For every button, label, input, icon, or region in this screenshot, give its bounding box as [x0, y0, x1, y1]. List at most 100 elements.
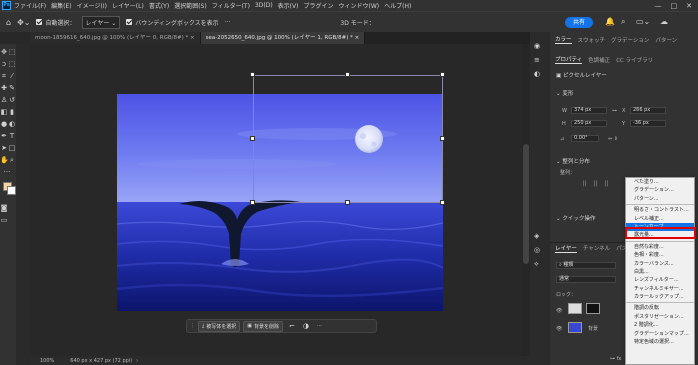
- visibility-icon[interactable]: 👁: [556, 308, 562, 314]
- history-icon[interactable]: ◉: [534, 42, 540, 50]
- more-options-button[interactable]: ···: [225, 19, 231, 26]
- status-arrow[interactable]: ›: [136, 358, 138, 364]
- history-brush-icon[interactable]: ↺: [8, 96, 16, 104]
- menu-layer[interactable]: レイヤー(L): [112, 1, 144, 10]
- menu-image[interactable]: イメージ(I): [77, 1, 107, 10]
- crop-tool-icon[interactable]: ⌗: [0, 72, 8, 80]
- link-icon[interactable]: ⊶: [612, 108, 617, 114]
- menu-edit[interactable]: 編集(E): [51, 1, 71, 10]
- visibility-icon[interactable]: 👁: [556, 326, 562, 332]
- channels-icon[interactable]: ◎: [534, 246, 540, 254]
- height-field[interactable]: 250 px: [571, 120, 607, 127]
- tab-properties[interactable]: プロパティ: [555, 55, 583, 64]
- angle-field[interactable]: 0.00°: [571, 135, 599, 142]
- transform-handle[interactable]: [250, 136, 255, 141]
- menu-item-color-balance[interactable]: カラーバランス...: [626, 260, 694, 268]
- quick-actions-title[interactable]: ⌄ クイック操作: [550, 214, 601, 222]
- menu-item-invert[interactable]: 階調の反転: [626, 304, 694, 312]
- menu-help[interactable]: ヘルプ(H): [384, 1, 411, 10]
- zoom-level[interactable]: 100%: [40, 358, 54, 364]
- more-tools-icon[interactable]: ···: [3, 168, 11, 176]
- workspace-icon[interactable]: ▭⌄: [636, 17, 650, 26]
- menu-item-vibrance[interactable]: 自然な彩度...: [626, 243, 694, 251]
- menu-item-solid-color[interactable]: べた塗り...: [626, 178, 694, 186]
- auto-select-checkbox[interactable]: 自動選択：: [36, 18, 76, 27]
- dodge-tool-icon[interactable]: ◐: [8, 120, 16, 128]
- background-layer-name[interactable]: 背景: [588, 325, 598, 332]
- hand-tool-icon[interactable]: ✋: [0, 156, 9, 164]
- menu-select[interactable]: 選択範囲(S): [174, 1, 207, 10]
- gradient-tool-icon[interactable]: ▮: [8, 108, 16, 116]
- flip-icons[interactable]: ⇔ ⇕: [608, 136, 618, 142]
- blend-mode-select[interactable]: 通常: [556, 276, 616, 283]
- menu-file[interactable]: ファイル(F): [14, 1, 46, 10]
- scrollbar-thumb[interactable]: [523, 144, 529, 264]
- eraser-tool-icon[interactable]: ◧: [0, 108, 8, 116]
- x-field[interactable]: 266 px: [630, 107, 666, 114]
- bbox-checkbox[interactable]: バウンディングボックスを表示: [126, 18, 219, 27]
- tab-sea[interactable]: sea-2052650_640.jpg @ 100% (レイヤー 1, RGB/…: [200, 32, 366, 44]
- drag-handle-icon[interactable]: ⋮: [190, 323, 195, 329]
- tab-color[interactable]: カラー: [555, 35, 572, 44]
- menu-item-posterize[interactable]: ポスタリゼーション...: [626, 313, 694, 321]
- screen-mode-icon[interactable]: ▭: [0, 216, 8, 224]
- background-color-swatch[interactable]: [7, 186, 16, 195]
- tab-layers[interactable]: レイヤー: [555, 244, 577, 253]
- transform-bounding-box[interactable]: [253, 75, 443, 203]
- align-icons[interactable]: ▕ ▏ ▕ ▏ ▕ ▏: [580, 181, 611, 187]
- lasso-tool-icon[interactable]: ↄ: [0, 60, 8, 68]
- transform-section-title[interactable]: ⌄ 変形: [550, 89, 698, 97]
- tab-moon[interactable]: moon-1859616_640.jpg @ 100% (レイヤー 0, RGB…: [30, 32, 201, 44]
- menu-item-hue-saturation[interactable]: 色相・彩度...: [626, 251, 694, 259]
- menu-view[interactable]: 表示(V): [278, 1, 299, 10]
- auto-select-dropdown[interactable]: レイヤー ⌄: [81, 15, 121, 29]
- object-select-icon[interactable]: ⬚: [8, 60, 16, 68]
- menu-item-threshold[interactable]: 2 階調化...: [626, 321, 694, 329]
- minimize-button[interactable]: —: [655, 2, 662, 10]
- move-tool-icon[interactable]: ✥⌄: [17, 18, 30, 27]
- align-section-title[interactable]: ⌄ 整列と分布: [550, 157, 596, 165]
- marquee-tool-icon[interactable]: ⬚: [8, 48, 16, 56]
- menu-item-selective-color[interactable]: 特定色域の選択...: [626, 338, 694, 346]
- bell-icon[interactable]: 🔔: [605, 17, 615, 26]
- close-button[interactable]: ✕: [686, 2, 692, 10]
- tab-swatches[interactable]: スウォッチ: [578, 36, 606, 44]
- remove-background-button[interactable]: ▣ 背景を削除: [243, 320, 283, 332]
- quick-mask-icon[interactable]: ◙: [0, 204, 8, 212]
- layers-icon[interactable]: ◈: [534, 232, 539, 240]
- menu-item-channel-mixer[interactable]: チャンネルミキサー...: [626, 285, 694, 293]
- shape-tool-icon[interactable]: □: [8, 144, 16, 152]
- transform-handle[interactable]: [440, 136, 445, 141]
- y-field[interactable]: -36 px: [630, 120, 666, 127]
- blur-tool-icon[interactable]: ●: [0, 120, 8, 128]
- menu-item-levels[interactable]: レベル補正...: [626, 215, 694, 223]
- vertical-scrollbar[interactable]: [522, 44, 530, 356]
- properties-icon[interactable]: ≡: [534, 56, 540, 64]
- pen-tool-icon[interactable]: ✒: [0, 132, 8, 140]
- type-tool-icon[interactable]: T: [8, 132, 16, 140]
- transform-handle[interactable]: [250, 200, 255, 205]
- transform-icon[interactable]: ⌐: [289, 322, 295, 330]
- tab-gradients[interactable]: グラデーション: [611, 36, 649, 44]
- menu-item-color-lookup[interactable]: カラールックアップ...: [626, 293, 694, 301]
- menu-window[interactable]: ウィンドウ(W): [338, 1, 379, 10]
- adjustments-icon[interactable]: ◐: [534, 70, 540, 78]
- tab-adjustments[interactable]: 色調補正: [588, 56, 610, 64]
- select-subject-button[interactable]: ⤓ 被写体を選択: [198, 320, 241, 332]
- stamp-tool-icon[interactable]: ♙: [0, 96, 8, 104]
- menu-3d[interactable]: 3D(D): [255, 2, 273, 9]
- share-button[interactable]: 共有: [565, 17, 593, 28]
- menu-item-gradient[interactable]: グラデーション...: [626, 186, 694, 194]
- transform-handle[interactable]: [440, 72, 445, 77]
- menu-item-black-white[interactable]: 白黒...: [626, 268, 694, 276]
- brush-tool-icon[interactable]: ✎: [8, 84, 16, 92]
- healing-brush-icon[interactable]: ✚: [0, 84, 8, 92]
- transform-handle[interactable]: [345, 72, 350, 77]
- tab-patterns[interactable]: パターン: [655, 36, 677, 44]
- home-icon[interactable]: ⌂: [6, 18, 11, 27]
- tab-cc-libraries[interactable]: CC ライブラリ: [616, 56, 653, 64]
- transform-handle[interactable]: [345, 200, 350, 205]
- width-field[interactable]: 374 px: [571, 107, 607, 114]
- cloud-icon[interactable]: ☁: [660, 17, 668, 26]
- menu-filter[interactable]: フィルター(T): [212, 1, 250, 10]
